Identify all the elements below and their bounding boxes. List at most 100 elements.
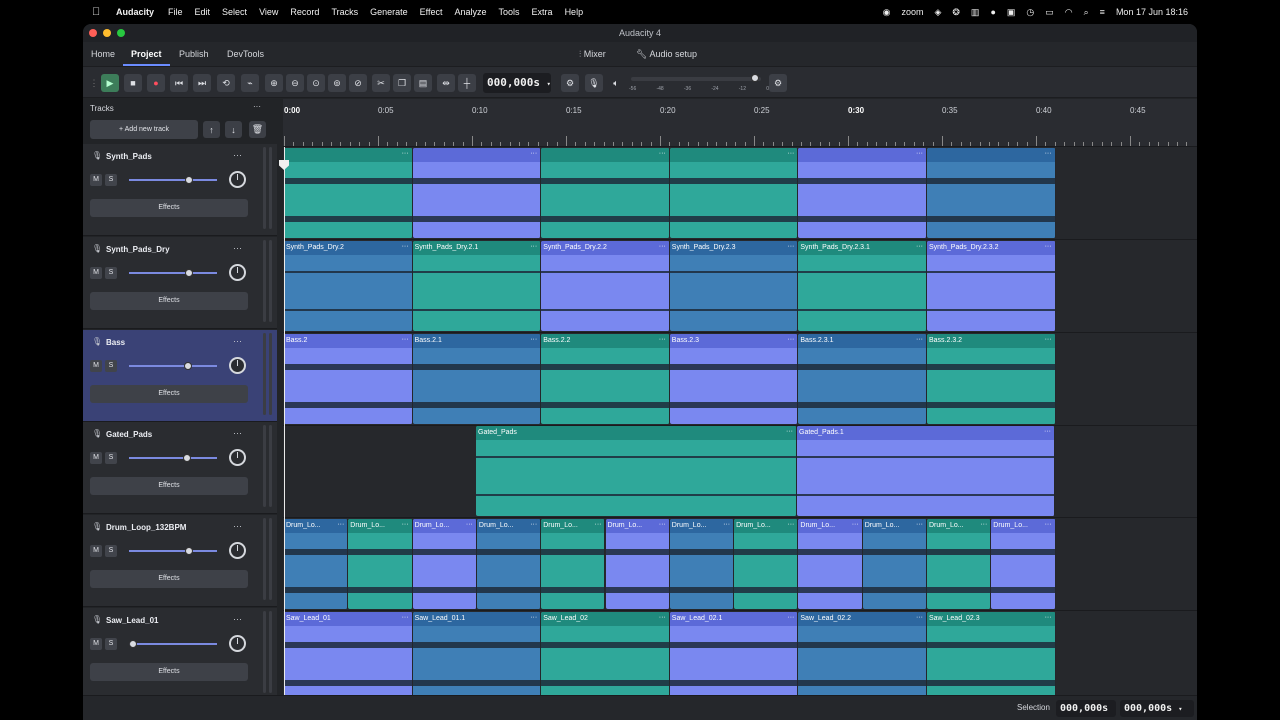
- clip-menu-icon[interactable]: ···: [916, 334, 923, 346]
- clip-menu-icon[interactable]: ···: [1045, 334, 1052, 346]
- clip-menu-icon[interactable]: ···: [466, 519, 473, 531]
- track-name[interactable]: Gated_Pads: [106, 430, 152, 439]
- audio-clip[interactable]: Gated_Pads.1 ···: [797, 426, 1055, 517]
- effects-button[interactable]: Effects: [90, 570, 248, 589]
- audio-clip[interactable]: Synth_Pads_Dry.2.3 ···: [669, 240, 799, 331]
- audio-clip[interactable]: Bass.2.3 ···: [669, 333, 799, 424]
- clip-menu-icon[interactable]: ···: [402, 519, 409, 531]
- pan-knob[interactable]: [229, 263, 246, 281]
- pan-knob[interactable]: [229, 171, 246, 188]
- trash-icon[interactable]: 🗑︎: [249, 121, 266, 138]
- apple-icon[interactable]: : [92, 6, 106, 18]
- pan-knob[interactable]: [229, 449, 246, 467]
- bars-icon[interactable]: ▥: [971, 7, 980, 18]
- track-lanes[interactable]: ··· ··· ··· ··· ··· ··· Synth_Pads_Dry.2 ··· Syn…: [283, 147, 1197, 704]
- paste-icon[interactable]: ▤: [414, 74, 432, 92]
- gain-knob[interactable]: [184, 547, 193, 556]
- wifi-icon[interactable]: ◠: [1065, 7, 1073, 18]
- creative-icon[interactable]: ▣: [1007, 7, 1016, 18]
- clip-menu-icon[interactable]: ···: [530, 148, 537, 160]
- zoom-toggle-icon[interactable]: ⊘: [349, 74, 367, 92]
- clip-menu-icon[interactable]: ···: [787, 241, 794, 253]
- meter-settings-gear-icon[interactable]: ⚙: [769, 74, 787, 92]
- tab-home[interactable]: Home: [91, 42, 115, 66]
- gain-knob[interactable]: [183, 454, 192, 463]
- zoom-selection-icon[interactable]: ⊙: [307, 74, 325, 92]
- mute-button[interactable]: M: [90, 638, 102, 650]
- audio-clip[interactable]: Drum_Lo... ···: [927, 519, 992, 610]
- audio-clip[interactable]: Saw_Lead_02.2 ···: [798, 612, 927, 702]
- audio-clip[interactable]: Bass.2.1 ···: [412, 333, 542, 424]
- audio-clip[interactable]: Saw_Lead_02 ···: [541, 612, 670, 702]
- audio-clip[interactable]: Drum_Lo... ···: [348, 519, 413, 610]
- tab-project[interactable]: Project: [123, 42, 169, 66]
- clip-title[interactable]: Synth_Pads_Dry.2.3.1: [798, 240, 926, 255]
- clip-title[interactable]: Bass.2.2: [541, 333, 669, 348]
- audio-clip[interactable]: Drum_Lo... ···: [284, 519, 349, 610]
- stop-button[interactable]: ■: [124, 74, 142, 92]
- clip-menu-icon[interactable]: ···: [530, 334, 537, 346]
- gain-slider[interactable]: [129, 454, 217, 463]
- clip-title[interactable]: Saw_Lead_01: [284, 612, 412, 626]
- clip-menu-icon[interactable]: ···: [659, 241, 666, 253]
- clip-title[interactable]: [669, 148, 798, 162]
- audio-clip[interactable]: Drum_Lo... ···: [412, 519, 477, 610]
- track-menu-icon[interactable]: ···: [233, 150, 242, 160]
- track-header[interactable]: 🎙︎ Bass ··· M S Effects: [83, 329, 277, 422]
- gain-slider[interactable]: [129, 640, 217, 648]
- clip-title[interactable]: Saw_Lead_02.1: [669, 612, 798, 626]
- minimize-window-button[interactable]: [103, 29, 111, 37]
- audio-clip[interactable]: Bass.2 ···: [284, 333, 413, 424]
- clip-menu-icon[interactable]: ···: [980, 519, 987, 531]
- track-header[interactable]: 🎙︎ Synth_Pads ··· M S Effects: [83, 144, 277, 236]
- clip-menu-icon[interactable]: ···: [402, 334, 409, 346]
- silence-icon[interactable]: ┼: [458, 74, 476, 92]
- audio-clip[interactable]: ···: [412, 148, 542, 238]
- clip-title[interactable]: Bass.2.3: [669, 333, 798, 348]
- menu-tracks[interactable]: Tracks: [331, 7, 358, 17]
- clip-title[interactable]: Gated_Pads.1: [797, 426, 1054, 441]
- selection-start[interactable]: 000,000s: [1056, 700, 1116, 717]
- solo-button[interactable]: S: [105, 545, 117, 558]
- m-icon[interactable]: ●: [990, 7, 995, 17]
- clip-title[interactable]: [541, 148, 669, 162]
- solo-button[interactable]: S: [105, 174, 117, 186]
- selection-end[interactable]: 000,000s ▾: [1120, 700, 1194, 717]
- tab-devtools[interactable]: DevTools: [227, 42, 264, 66]
- clip-menu-icon[interactable]: ···: [916, 148, 923, 160]
- clip-menu-icon[interactable]: ···: [659, 334, 666, 346]
- track-name[interactable]: Synth_Pads: [106, 152, 152, 161]
- track-menu-icon[interactable]: ···: [233, 243, 242, 253]
- clip-menu-icon[interactable]: ···: [916, 519, 923, 531]
- zoom-fit-icon[interactable]: ⊚: [328, 74, 346, 92]
- clip-menu-icon[interactable]: ···: [594, 519, 601, 531]
- clip-title[interactable]: Synth_Pads_Dry.2.3: [669, 240, 798, 255]
- track-name[interactable]: Drum_Loop_132BPM: [106, 523, 186, 532]
- audio-clip[interactable]: Drum_Lo... ···: [541, 519, 606, 610]
- speaker-icon[interactable]: 🔈︎: [607, 74, 625, 92]
- clip-title[interactable]: Synth_Pads_Dry.2.2: [541, 240, 669, 255]
- audio-clip[interactable]: Saw_Lead_02.1 ···: [669, 612, 799, 702]
- zoom-out-icon[interactable]: ⊖: [286, 74, 304, 92]
- effects-button[interactable]: Effects: [90, 477, 248, 496]
- clip-title[interactable]: Bass.2.3.2: [927, 333, 1055, 348]
- audio-clip[interactable]: ···: [798, 148, 927, 238]
- audio-clip[interactable]: Drum_Lo... ···: [669, 519, 735, 610]
- skip-start-button[interactable]: ⏮: [170, 74, 188, 92]
- menu-generate[interactable]: Generate: [370, 7, 408, 17]
- track-header[interactable]: 🎙︎ Saw_Lead_01 ··· M S Effects: [83, 608, 277, 700]
- clip-menu-icon[interactable]: ···: [852, 519, 859, 531]
- move-down-icon[interactable]: ↓: [225, 121, 242, 138]
- clip-title[interactable]: Saw_Lead_01.1: [412, 612, 541, 626]
- track-header[interactable]: 🎙︎ Drum_Loop_132BPM ··· M S Effects: [83, 515, 277, 608]
- menu-analyze[interactable]: Analyze: [455, 7, 487, 17]
- clip-title[interactable]: [798, 148, 926, 162]
- solo-button[interactable]: S: [105, 359, 117, 372]
- clip-menu-icon[interactable]: ···: [659, 148, 666, 160]
- audio-clip[interactable]: Synth_Pads_Dry.2.3.1 ···: [798, 240, 927, 331]
- audio-clip[interactable]: Bass.2.3.2 ···: [927, 333, 1056, 424]
- menu-select[interactable]: Select: [222, 7, 247, 17]
- menu-extra[interactable]: Extra: [532, 7, 553, 17]
- clip-menu-icon[interactable]: ···: [402, 148, 409, 160]
- gain-slider[interactable]: [129, 268, 217, 277]
